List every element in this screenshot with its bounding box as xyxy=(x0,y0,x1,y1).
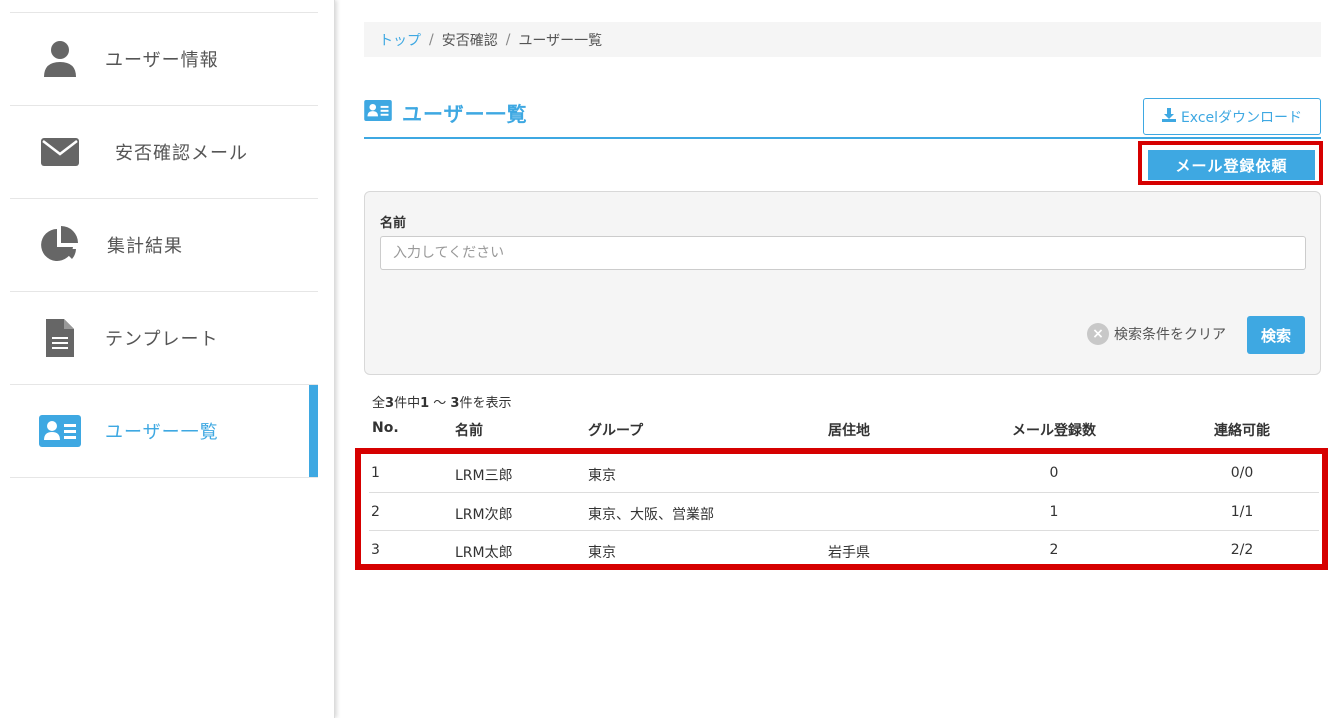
cell-no: 1 xyxy=(371,465,380,481)
column-header-reachable: 連絡可能 xyxy=(1214,423,1270,439)
user-table-highlight: 1 LRM三郎 東京 0 0/0 2 LRM次郎 東京、大阪、営業部 1 1/1… xyxy=(355,448,1328,570)
result-count-tilde: ～ xyxy=(429,396,451,411)
breadcrumb-section: 安否確認 xyxy=(441,32,498,49)
close-icon: × xyxy=(1087,323,1109,345)
column-header-name: 名前 xyxy=(455,423,483,439)
cell-reachable: 2/2 xyxy=(1230,542,1254,558)
result-from: 1 xyxy=(420,396,430,411)
clear-search-label: 検索条件をクリア xyxy=(1114,327,1226,343)
sidebar-item-safety-mail[interactable]: 安否確認メール xyxy=(10,105,318,198)
download-icon xyxy=(1161,107,1176,126)
sidebar-item-user-list[interactable]: ユーザー一覧 xyxy=(10,384,318,477)
sidebar-item-label: 集計結果 xyxy=(107,236,183,257)
sidebar-item-label: テンプレート xyxy=(105,329,219,350)
cell-reachable: 1/1 xyxy=(1230,504,1254,520)
excel-download-button[interactable]: Excelダウンロード xyxy=(1143,98,1321,135)
table-header: No. 名前 グループ 居住地 メール登録数 連絡可能 xyxy=(364,420,1321,440)
sidebar: ユーザー情報 安否確認メール 集計結果 テンプレート ユーザー一覧 xyxy=(0,0,335,718)
id-card-icon xyxy=(364,99,392,126)
result-count-suffix: 件を表示 xyxy=(459,396,512,411)
sidebar-item-user-info[interactable]: ユーザー情報 xyxy=(10,12,318,105)
result-count: 全3件中1 ～ 3件を表示 xyxy=(372,392,511,411)
page-title: ユーザー一覧 xyxy=(364,98,528,127)
title-underline xyxy=(364,137,1321,139)
breadcrumb: トップ / 安否確認 / ユーザー一覧 xyxy=(364,22,1321,57)
column-header-residence: 居住地 xyxy=(828,423,870,439)
mail-request-highlight: メール登録依頼 xyxy=(1138,141,1323,185)
cell-reachable: 0/0 xyxy=(1230,465,1254,481)
breadcrumb-separator: / xyxy=(429,31,434,48)
table-row[interactable]: 3 LRM太郎 東京 岩手県 2 2/2 xyxy=(369,530,1319,567)
result-count-prefix: 全 xyxy=(372,396,386,411)
search-button[interactable]: 検索 xyxy=(1247,316,1305,354)
table-row[interactable]: 1 LRM三郎 東京 0 0/0 xyxy=(369,454,1319,491)
cell-name: LRM次郎 xyxy=(455,507,513,523)
page-title-text: ユーザー一覧 xyxy=(402,102,528,126)
user-icon xyxy=(38,39,82,79)
sidebar-item-label: ユーザー情報 xyxy=(105,50,219,71)
breadcrumb-link-top[interactable]: トップ xyxy=(379,30,421,50)
pie-chart-icon xyxy=(38,225,82,265)
cell-group: 東京 xyxy=(588,468,616,484)
cell-group: 東京 xyxy=(588,545,616,561)
id-card-icon xyxy=(38,411,82,451)
sidebar-item-label: ユーザー一覧 xyxy=(105,422,219,443)
column-header-mail-count: メール登録数 xyxy=(1012,423,1096,439)
column-header-no: No. xyxy=(372,420,399,436)
cell-no: 3 xyxy=(371,542,380,558)
table-row[interactable]: 2 LRM次郎 東京、大阪、営業部 1 1/1 xyxy=(369,492,1319,529)
clear-search-button[interactable]: × 検索条件をクリア xyxy=(1087,323,1226,345)
cell-mail-count: 2 xyxy=(1049,542,1059,558)
sidebar-item-template[interactable]: テンプレート xyxy=(10,291,318,384)
result-total: 3 xyxy=(385,396,395,411)
breadcrumb-separator: / xyxy=(505,31,511,48)
cell-no: 2 xyxy=(371,504,380,520)
cell-group: 東京、大阪、営業部 xyxy=(588,507,714,523)
cell-mail-count: 1 xyxy=(1049,504,1059,520)
search-panel: 名前 × 検索条件をクリア 検索 xyxy=(364,191,1321,375)
document-icon xyxy=(38,318,82,358)
breadcrumb-current: ユーザー一覧 xyxy=(518,32,603,49)
sidebar-divider xyxy=(10,477,318,478)
column-header-group: グループ xyxy=(588,423,644,439)
name-label: 名前 xyxy=(380,216,407,231)
envelope-icon xyxy=(38,132,82,172)
sidebar-item-label: 安否確認メール xyxy=(115,143,248,164)
name-search-input[interactable] xyxy=(380,236,1306,270)
cell-name: LRM太郎 xyxy=(455,545,513,561)
excel-download-label: Excelダウンロード xyxy=(1180,109,1303,126)
sidebar-item-results[interactable]: 集計結果 xyxy=(10,198,318,291)
mail-request-button[interactable]: メール登録依頼 xyxy=(1148,150,1315,180)
cell-mail-count: 0 xyxy=(1049,465,1059,481)
cell-residence: 岩手県 xyxy=(828,545,870,561)
cell-name: LRM三郎 xyxy=(455,468,513,484)
result-count-mid: 件中 xyxy=(394,396,421,411)
